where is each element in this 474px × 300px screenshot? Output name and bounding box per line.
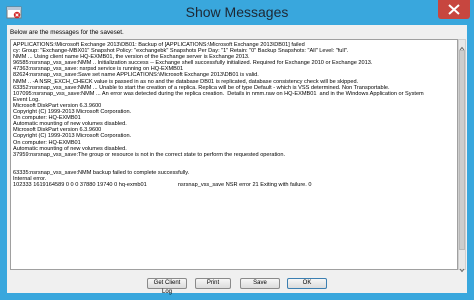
close-button[interactable] — [438, 0, 470, 19]
title-bar[interactable]: Show Messages — [0, 0, 474, 25]
messages-text: APPLICATIONS:\Microsoft Exchange 2013\DB… — [13, 42, 455, 267]
ok-button[interactable]: OK — [287, 278, 327, 289]
message-line: 107095:nsrsnap_vss_save:NMM ... An error… — [13, 90, 424, 97]
show-messages-window: Show Messages Below are the messages for… — [0, 0, 474, 300]
message-line — [13, 200, 455, 206]
dialog-body: Below are the messages for the saveset. … — [7, 25, 467, 295]
message-line: 63352:nsrsnap_vss_save:NMM ... Unable to… — [13, 84, 390, 91]
scroll-up-arrow-icon[interactable] — [459, 40, 465, 51]
get-client-log-button[interactable]: Get Client Log — [147, 278, 187, 295]
close-icon — [448, 4, 460, 15]
print-button[interactable]: Print — [195, 278, 231, 289]
window-title: Show Messages — [185, 4, 289, 20]
messages-textarea[interactable]: APPLICATIONS:\Microsoft Exchange 2013\DB… — [10, 39, 458, 270]
scrollbar-thumb[interactable] — [459, 50, 465, 250]
dialog-subtitle: Below are the messages for the saveset. — [10, 29, 124, 36]
save-button[interactable]: Save — [240, 278, 280, 289]
vertical-scrollbar[interactable] — [458, 39, 466, 273]
scroll-down-arrow-icon[interactable] — [459, 261, 465, 273]
